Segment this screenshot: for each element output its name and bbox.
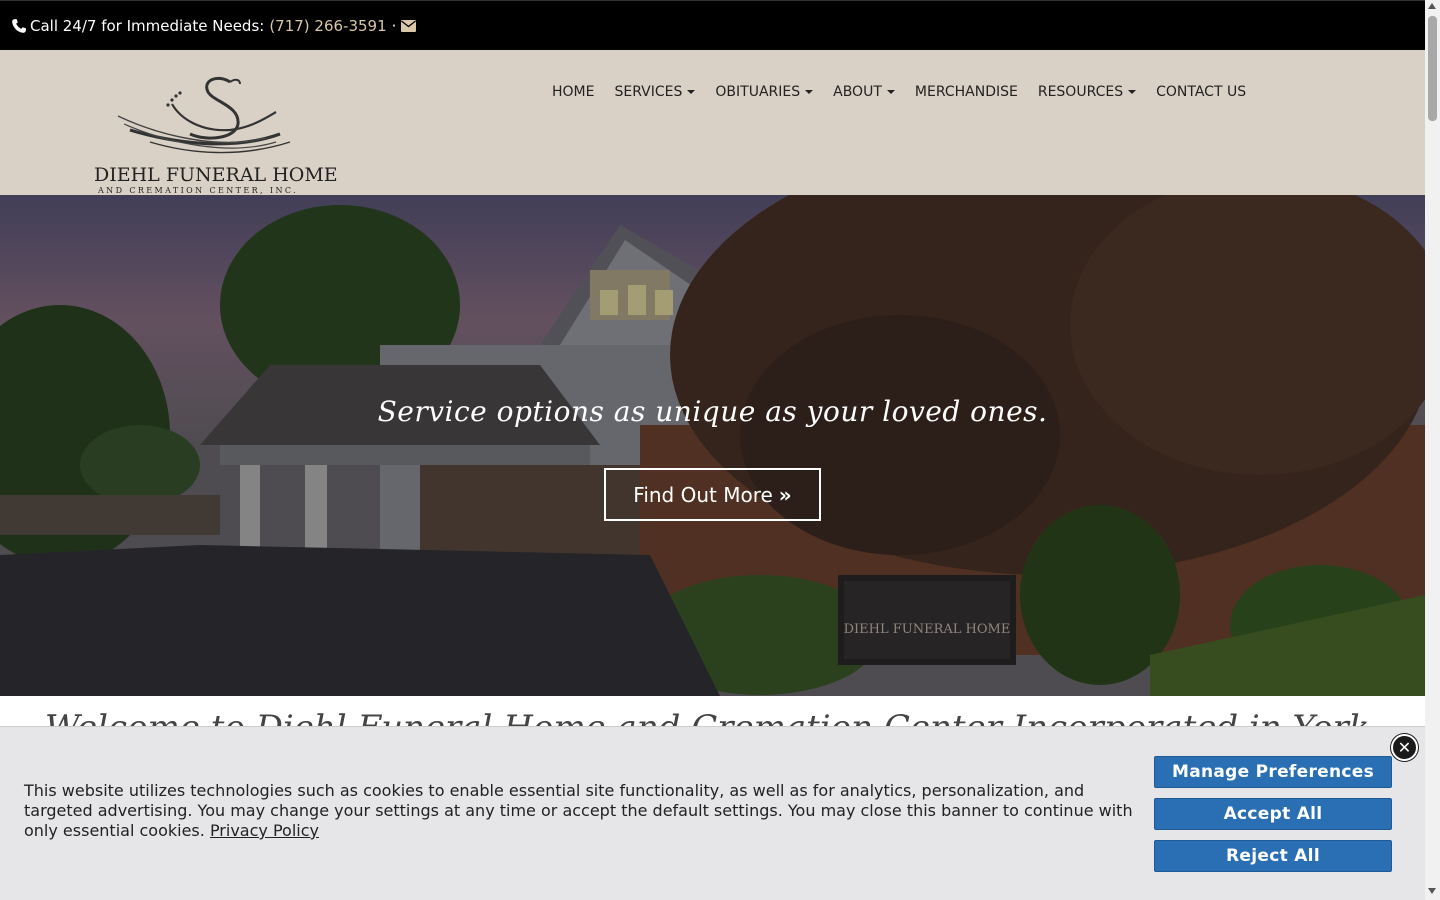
reject-all-button[interactable]: Reject All	[1154, 840, 1392, 872]
nav-merchandise[interactable]: MERCHANDISE	[915, 84, 1018, 100]
nav-contact-us[interactable]: CONTACT US	[1156, 84, 1246, 100]
phone-link[interactable]: (717) 266-3591	[269, 17, 386, 35]
cookie-message: This website utilizes technologies such …	[24, 781, 1139, 841]
nav-home[interactable]: HOME	[552, 84, 594, 100]
page-scrollbar[interactable]	[1425, 0, 1440, 900]
accept-all-button[interactable]: Accept All	[1154, 798, 1392, 830]
nav-services[interactable]: SERVICES	[614, 84, 696, 100]
cookie-text: This website utilizes technologies such …	[24, 781, 1133, 840]
manage-preferences-button[interactable]: Manage Preferences	[1154, 756, 1392, 788]
hero-overlay	[0, 195, 1425, 696]
scroll-up-icon[interactable]	[1428, 3, 1436, 9]
nav-obituaries[interactable]: OBITUARIES	[715, 84, 814, 100]
caret-down-icon	[886, 90, 895, 94]
envelope-icon[interactable]	[401, 19, 417, 32]
close-icon[interactable]: ✕	[1391, 734, 1418, 761]
nav-about[interactable]: ABOUT	[833, 84, 895, 100]
call-text: Call 24/7 for Immediate Needs:	[30, 16, 265, 35]
caret-down-icon	[1128, 90, 1137, 94]
phone-icon	[12, 18, 26, 33]
top-bar: Call 24/7 for Immediate Needs: (717) 266…	[0, 0, 1425, 50]
scroll-thumb[interactable]	[1428, 16, 1437, 121]
logo-subtitle: AND CREMATION CENTER, INC.	[98, 186, 299, 195]
logo[interactable]: DIEHL FUNERAL HOME AND CREMATION CENTER,…	[90, 72, 338, 195]
find-out-more-button[interactable]: Find Out More »	[604, 468, 821, 521]
site-header: DIEHL FUNERAL HOME AND CREMATION CENTER,…	[0, 50, 1425, 195]
scroll-down-icon[interactable]	[1428, 888, 1436, 894]
logo-name: DIEHL FUNERAL HOME	[94, 164, 338, 186]
caret-down-icon	[687, 90, 696, 94]
nav-resources[interactable]: RESOURCES	[1038, 84, 1137, 100]
hero-banner: DIEHL FUNERAL HOME Service options as un…	[0, 195, 1425, 696]
separator: ·	[391, 16, 397, 35]
double-chevron-right-icon: »	[778, 482, 792, 507]
cookie-banner: ✕ This website utilizes technologies suc…	[0, 726, 1425, 900]
caret-down-icon	[805, 90, 814, 94]
swan-icon	[117, 76, 291, 154]
main-nav: HOME SERVICES OBITUARIES ABOUT MERCHANDI…	[552, 84, 1246, 100]
privacy-policy-link[interactable]: Privacy Policy	[210, 821, 319, 840]
hero-tagline: Service options as unique as your loved …	[377, 395, 1048, 428]
find-out-more-label: Find Out More	[633, 482, 773, 507]
